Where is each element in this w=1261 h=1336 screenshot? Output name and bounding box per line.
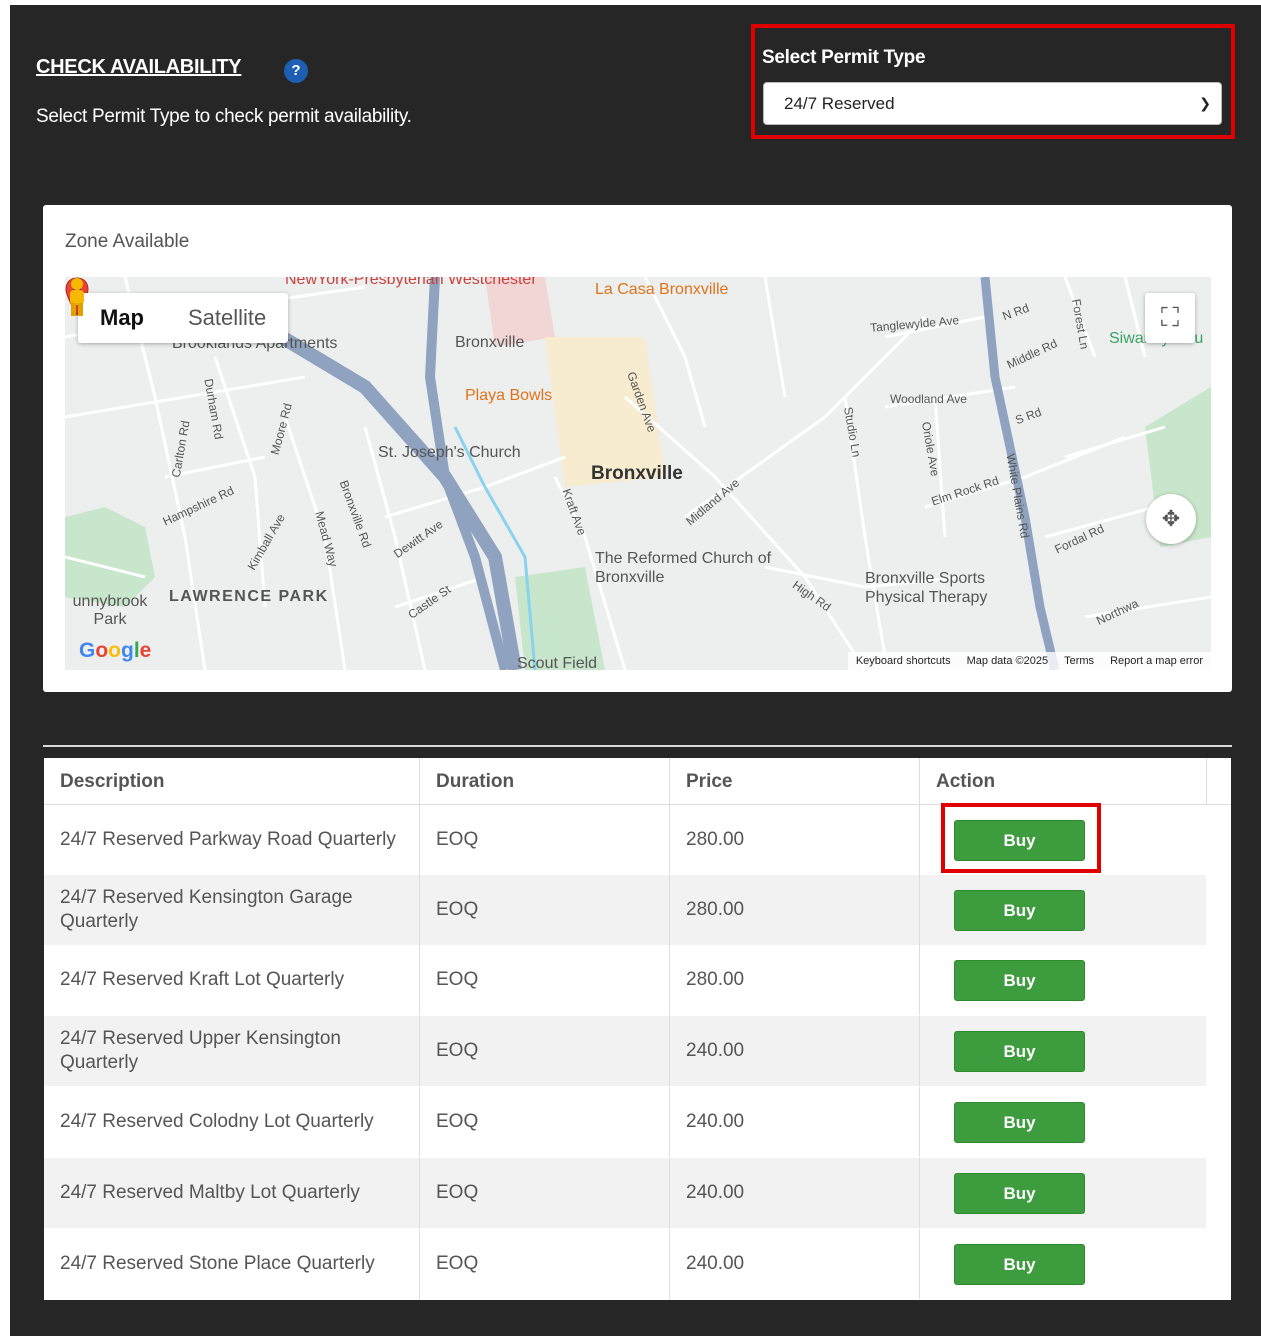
map-label-bronxville: Bronxville [591,463,683,484]
header-action: Action [920,758,1207,805]
table-row: 24/7 Reserved Upper Kensington Quarterly… [44,1016,1206,1086]
check-availability-subtitle: Select Permit Type to check permit avail… [36,106,412,127]
row-description: 24/7 Reserved Kensington Garage Quarterl… [44,875,420,945]
map-label-scout-field: Scout Field [517,655,598,670]
section-divider [43,745,1232,747]
row-description: 24/7 Reserved Parkway Road Quarterly [44,805,420,875]
row-duration: EOQ [420,1016,670,1086]
map-view[interactable]: NewYork-Presbyterian Westchester La Casa… [65,277,1211,670]
row-price: 240.00 [670,1229,920,1299]
row-duration: EOQ [420,1229,670,1299]
row-duration: EOQ [420,1158,670,1228]
keyboard-shortcuts-link[interactable]: Keyboard shortcuts [848,652,959,670]
row-description: 24/7 Reserved Maltby Lot Quarterly [44,1158,420,1228]
map-type-toggle: Map Satellite [78,293,289,343]
buy-button[interactable]: Buy [954,1244,1085,1285]
permit-type-label: Select Permit Type [762,47,926,68]
google-logo: Google [79,639,152,662]
map-label-sunnybrook: unnybrook Park [72,593,148,628]
map-label-reformed-church: The Reformed Church of Bronxville [595,550,772,586]
report-map-error-link[interactable]: Report a map error [1102,652,1211,670]
map-label-st-joseph: St. Joseph's Church [378,444,521,461]
check-availability-title: CHECK AVAILABILITY [36,56,242,78]
row-price: 240.00 [670,1158,920,1228]
header-duration: Duration [420,758,670,805]
row-price: 240.00 [670,1016,920,1086]
map-toggle-map[interactable]: Map [78,293,166,343]
buy-button[interactable]: Buy [954,1102,1085,1143]
map-footer: Keyboard shortcuts Map data ©2025 Terms … [847,652,1211,670]
map-label-woodland: Woodland Ave [890,392,967,406]
map-label-bronxville-station: Bronxville [455,334,525,351]
table-row: 24/7 Reserved Kraft Lot Quarterly EOQ 28… [44,945,1206,1015]
table-header: Description Duration Price Action [44,758,1231,805]
fullscreen-icon[interactable]: ⛶ [1145,293,1195,343]
row-duration: EOQ [420,945,670,1015]
row-duration: EOQ [420,805,670,875]
chevron-down-icon: ❯ [1199,95,1211,111]
permit-type-value: 24/7 Reserved [784,94,895,113]
map-card: Zone Available NewYork-Presbyterian West… [43,205,1232,692]
row-description: 24/7 Reserved Colodny Lot Quarterly [44,1087,420,1157]
table-row: 24/7 Reserved Kensington Garage Quarterl… [44,875,1206,945]
terms-link[interactable]: Terms [1056,652,1102,670]
header-price: Price [670,758,920,805]
row-price: 280.00 [670,945,920,1015]
row-description: 24/7 Reserved Kraft Lot Quarterly [44,945,420,1015]
permit-type-select[interactable]: 24/7 Reserved ❯ [763,82,1222,125]
row-duration: EOQ [420,1087,670,1157]
row-price: 240.00 [670,1087,920,1157]
help-icon[interactable]: ? [284,59,308,83]
buy-button[interactable]: Buy [954,890,1085,931]
buy-button[interactable]: Buy [954,960,1085,1001]
map-label-la-casa: La Casa Bronxville [595,281,729,298]
camera-control-icon[interactable]: ✥ [1146,494,1196,544]
row-duration: EOQ [420,875,670,945]
pegman-icon[interactable] [65,277,89,317]
map-label-sports-therapy: Bronxville Sports Physical Therapy [865,570,988,606]
map-label-lawrence-park: LAWRENCE PARK [169,588,329,605]
row-price: 280.00 [670,805,920,875]
map-label-playa-bowls: Playa Bowls [465,387,553,404]
buy-button[interactable]: Buy [954,1031,1085,1072]
zone-available-label: Zone Available [65,231,190,252]
row-description: 24/7 Reserved Stone Place Quarterly [44,1229,420,1299]
row-description: 24/7 Reserved Upper Kensington Quarterly [44,1016,420,1086]
row-price: 280.00 [670,875,920,945]
header-description: Description [44,758,420,805]
map-data-text: Map data ©2025 [966,655,1049,667]
buy-button[interactable]: Buy [954,1173,1085,1214]
map-toggle-satellite[interactable]: Satellite [166,293,288,343]
table-row: 24/7 Reserved Stone Place Quarterly EOQ … [44,1229,1206,1299]
map-label-hospital: NewYork-Presbyterian Westchester [285,277,537,288]
buy-button-highlight [941,803,1101,873]
table-row: 24/7 Reserved Colodny Lot Quarterly EOQ … [44,1087,1206,1157]
table-row: 24/7 Reserved Maltby Lot Quarterly EOQ 2… [44,1158,1206,1228]
